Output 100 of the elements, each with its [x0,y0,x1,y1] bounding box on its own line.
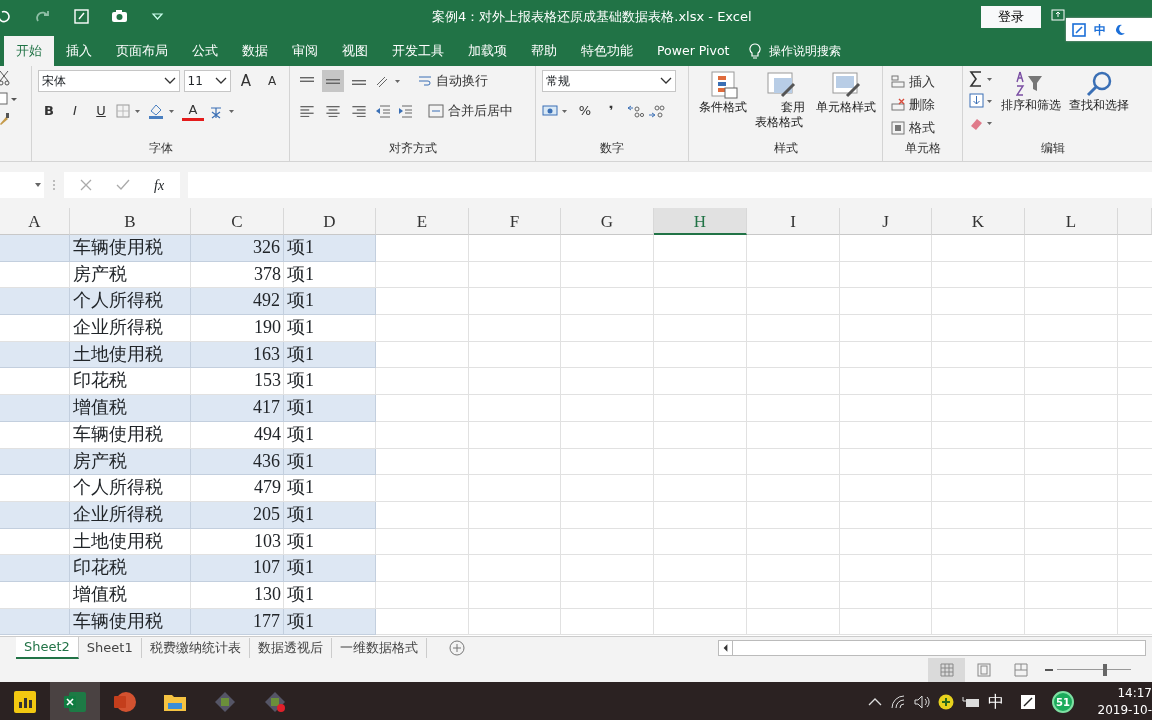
align-middle-button[interactable] [322,70,344,92]
pen-icon[interactable] [1020,694,1036,710]
ribbon-tab[interactable]: 开始 [4,36,54,66]
column-header[interactable]: F [469,208,561,235]
slider-thumb[interactable] [1102,664,1107,676]
increase-decimal-icon[interactable] [626,103,644,119]
decrease-indent-icon[interactable] [374,103,392,119]
merge-center-button[interactable]: 合并后居中 [426,100,515,122]
paintbrush-icon[interactable] [0,112,10,126]
table-cell-text: 103 [253,529,282,553]
style-cell-button[interactable]: 单元格样式 [811,70,880,130]
chart-app-icon [13,690,37,714]
cell-insert-button[interactable]: 插入 [889,70,956,93]
moon-icon[interactable] [1114,23,1126,36]
column-header[interactable]: I [747,208,840,235]
increase-indent-icon[interactable] [396,103,414,119]
ribbon-tab[interactable]: 视图 [330,36,380,66]
wifi-icon[interactable] [890,695,906,709]
lightbulb-icon [749,42,762,60]
table-cell-text: 车辆使用税 [72,422,164,446]
table-cell: 车辆使用税 [70,608,191,636]
decrease-decimal-icon[interactable] [648,103,666,119]
zoom-slider[interactable] [1057,664,1131,676]
login-button[interactable]: 登录 [981,6,1041,28]
font-size-dropdown[interactable]: 11 [183,70,231,92]
ribbon-tab[interactable]: 页面布局 [104,36,180,66]
ime-mode-text[interactable]: 中 [1094,20,1106,39]
page-break-view-icon [1011,661,1030,679]
sheet-tab[interactable]: 税费缴纳统计表 [141,637,250,658]
font-name-dropdown[interactable]: 宋体 [38,70,180,92]
add-sheet-icon[interactable] [448,639,465,656]
number-format-dropdown[interactable]: 常规 [542,70,676,92]
tell-me-search[interactable]: 操作说明搜索 [769,42,842,60]
camera-icon [110,8,128,24]
column-header[interactable]: C [191,208,284,235]
ribbon-display-icon[interactable] [1051,9,1065,21]
ime-indicator[interactable]: 中 [988,690,1004,714]
percent-button[interactable]: % [574,100,596,122]
sheet-tab[interactable]: 一维数据格式 [331,637,427,658]
currency-icon[interactable] [542,103,570,119]
table-cell [0,235,70,262]
horizontal-scrollbar[interactable] [718,639,1146,656]
scissors-icon[interactable] [0,70,10,86]
clock-date[interactable]: 2019-10- [1097,702,1152,719]
ribbon-tab[interactable]: 加载项 [456,36,519,66]
ribbon-tab[interactable]: 公式 [180,36,230,66]
font-color-button[interactable]: A [182,101,204,121]
app-icon [263,690,287,714]
wrap-text-button[interactable]: 自动换行 [416,70,490,92]
column-header[interactable]: J [840,208,932,235]
grow-font-button[interactable]: A [235,70,257,92]
cell-delete-button[interactable]: 删除 [889,93,956,116]
italic-button[interactable]: I [64,100,86,122]
column-header[interactable]: E [376,208,469,235]
underline-button[interactable]: U [90,100,112,122]
table-cell-text: 项1 [286,529,315,553]
ribbon-tab[interactable]: 开发工具 [380,36,456,66]
fill-down-icon[interactable] [969,92,995,110]
sheet-tab[interactable]: Sheet1 [78,637,142,658]
chevron-up-icon[interactable] [868,698,882,706]
comma-style-button[interactable]: ❜ [600,100,622,122]
sheet-tab[interactable]: Sheet2 [16,636,79,659]
table-cell: 177 [191,608,284,636]
sort-button[interactable]: 排序和筛选 [999,70,1063,132]
table-cell: 205 [191,501,284,529]
ribbon-tab[interactable]: 数据 [230,36,280,66]
shrink-font-button[interactable]: A [261,70,283,92]
table-cell-text: 印花税 [72,369,128,393]
chevron-down-icon [163,77,176,85]
insert-function-button[interactable]: fx [154,174,165,196]
battery-icon[interactable] [962,696,980,708]
column-header[interactable]: H [654,208,747,235]
column-header[interactable]: L [1025,208,1118,235]
table-cell: 印花税 [70,555,191,582]
column-header[interactable]: G [561,208,654,235]
column-header[interactable]: K [932,208,1025,235]
cell-format-button[interactable]: 格式 [889,116,956,139]
table-cell-text: 494 [253,422,282,446]
table-cell: 土地使用税 [70,341,191,369]
table-cell: 项1 [284,235,376,262]
plus-circle-icon[interactable] [938,694,954,710]
ribbon-tab[interactable]: 帮助 [519,36,569,66]
style-conditional-button[interactable]: 条件格式 [695,70,751,130]
find-button[interactable]: 查找和选择 [1067,70,1131,132]
volume-icon[interactable] [914,695,930,709]
table-cell-text: 增值税 [72,582,128,606]
column-header[interactable]: A [0,208,70,235]
clock-time[interactable]: 14:17 [1117,685,1152,702]
ribbon-tab[interactable]: 插入 [54,36,104,66]
copy-icon[interactable] [0,92,18,106]
column-header[interactable]: B [70,208,191,235]
column-header[interactable]: D [284,208,376,235]
table-cell: 项1 [284,341,376,369]
ribbon-tab[interactable]: Power Pivot [645,36,742,66]
ribbon-tab[interactable]: 审阅 [280,36,330,66]
ribbon-tab[interactable]: 特色功能 [569,36,645,66]
style-table-button[interactable]: 套用表格格式 [751,70,812,130]
sheet-tab[interactable]: 数据透视后 [249,637,332,658]
bold-button[interactable]: B [38,100,60,122]
autosum-icon[interactable] [969,70,995,88]
